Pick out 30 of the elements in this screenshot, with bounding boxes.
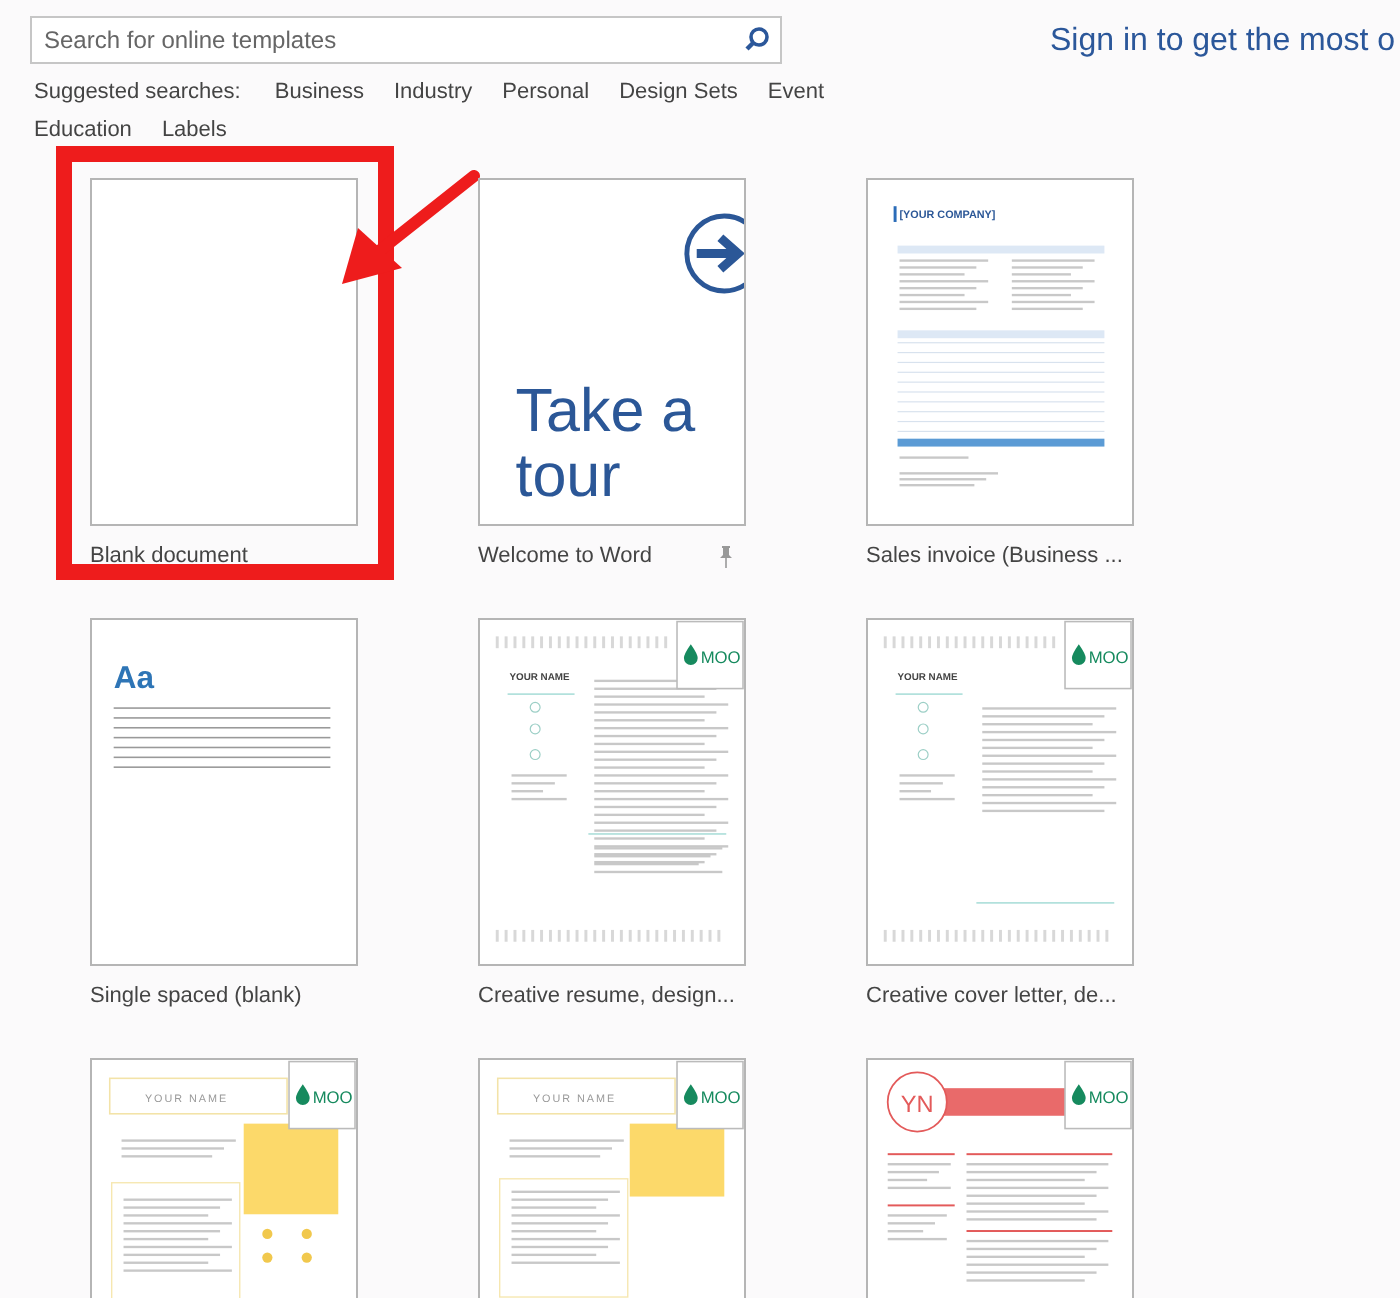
template-title: Welcome to Word (478, 544, 653, 568)
template-thumbnail[interactable]: Take a tour (478, 178, 746, 526)
moo-badge: MOO (676, 620, 744, 690)
search-icon[interactable] (744, 26, 770, 52)
moo-badge: MOO (1064, 1060, 1132, 1130)
suggested-search-link[interactable]: Design Sets (619, 78, 738, 108)
suggested-search-link[interactable]: Event (767, 78, 825, 108)
suggested-searches-label: Suggested searches: (34, 78, 241, 108)
moo-badge: MOO (288, 1060, 356, 1130)
template-title: Sales invoice (Business ... (866, 544, 1123, 568)
sign-in-link[interactable]: Sign in to get the most o (1050, 24, 1396, 60)
search-field[interactable]: Search for online templates (30, 16, 782, 64)
template-thumbnail[interactable] (90, 178, 358, 526)
suggested-search-link[interactable]: Personal (502, 78, 590, 108)
suggested-search-link[interactable]: Industry (394, 78, 473, 108)
template-title: Single spaced (blank) (90, 984, 302, 1008)
moo-badge: MOO (1064, 620, 1132, 690)
template-title: Blank document (90, 544, 248, 568)
thumbnail-heading: Take a tour (515, 376, 696, 510)
suggested-search-link[interactable]: Education (34, 116, 132, 146)
suggested-search-link[interactable]: Labels (161, 116, 227, 146)
suggested-search-link[interactable]: Business (274, 78, 364, 108)
thumbnail-heading: YN (900, 1089, 934, 1118)
moo-badge: MOO (676, 1060, 744, 1130)
thumbnail-heading: Aa (113, 661, 154, 696)
template-title: Creative cover letter, de... (866, 984, 1117, 1008)
pin-icon[interactable] (718, 545, 734, 567)
template-thumbnail[interactable]: Aa (90, 618, 358, 966)
template-thumbnail[interactable]: YN MOO (866, 1058, 1134, 1298)
template-title: Creative resume, design... (478, 984, 735, 1008)
